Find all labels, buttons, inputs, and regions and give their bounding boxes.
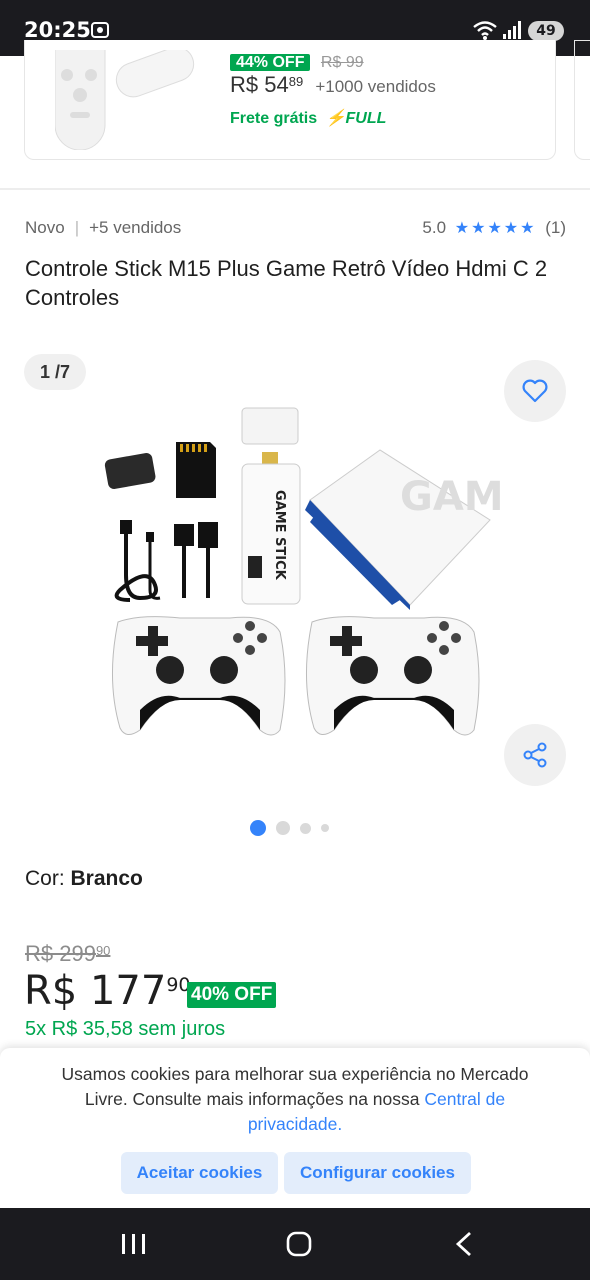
discount-badge: 40% OFF [187, 982, 277, 1008]
full-badge-label: FULL [345, 110, 387, 127]
home-icon[interactable] [285, 1230, 313, 1258]
original-price-main: R$ 299 [25, 941, 96, 966]
product-meta: Novo | +5 vendidos 5.0 ★★★★★ (1) [25, 218, 566, 238]
free-shipping: Frete grátis ⚡FULL [230, 108, 386, 128]
sold-count: +5 vendidos [89, 218, 182, 237]
svg-text:GAME STICK: GAME STICK [272, 490, 287, 581]
signal-icon [503, 21, 521, 39]
controller-right [305, 616, 480, 736]
recent-apps-icon[interactable] [120, 1232, 148, 1256]
accept-cookies-button[interactable]: Aceitar cookies [121, 1152, 278, 1194]
rating-value: 5.0 [422, 218, 447, 237]
installments: 5x R$ 35,58 sem juros [25, 1018, 226, 1040]
remote-control-image [55, 50, 195, 150]
share-button[interactable] [504, 724, 566, 786]
share-icon [523, 742, 547, 768]
cookie-message: Usamos cookies para melhorar sua experiê… [40, 1062, 550, 1137]
back-icon[interactable] [452, 1230, 476, 1258]
cookie-banner: Usamos cookies para melhorar sua experiê… [0, 1048, 590, 1208]
price-main: R$ 177 [24, 968, 167, 1014]
battery-icon: 49 [528, 21, 564, 41]
old-price: R$ 99 [320, 54, 364, 71]
original-price-cents: 90 [95, 943, 111, 958]
recommendation-card[interactable]: 44% OFF R$ 99 R$ 5489 +1000 vendidos Fre… [24, 40, 556, 160]
favorite-button[interactable] [504, 360, 566, 422]
carousel-pagination[interactable] [250, 820, 329, 836]
color-selector: Cor: Branco [25, 867, 143, 891]
product-image[interactable]: GAME STICK GAME [100, 400, 500, 745]
discount-badge: 44% OFF [230, 54, 311, 71]
meta-divider: | [74, 218, 80, 237]
pagination-dot-active[interactable] [250, 820, 266, 836]
svg-text:GAME: GAME [400, 474, 500, 520]
privacy-link-suffix: . [337, 1114, 343, 1134]
original-price: R$ 29990 [25, 941, 110, 967]
price-cents: 89 [288, 74, 304, 89]
recommendation-discount: 44% OFF R$ 99 [230, 54, 364, 72]
configure-cookies-button[interactable]: Configurar cookies [284, 1152, 471, 1194]
current-price: R$ 17790 [24, 968, 191, 1014]
review-count: (1) [545, 218, 566, 237]
screen-record-icon [91, 22, 109, 38]
star-icons: ★★★★★ [454, 220, 537, 237]
product-title: Controle Stick M15 Plus Game Retrô Vídeo… [25, 256, 548, 310]
pagination-dot[interactable] [300, 822, 311, 834]
pagination-dot[interactable] [321, 824, 329, 832]
recommendation-price: R$ 5489 +1000 vendidos [230, 72, 436, 98]
controller-left [111, 616, 286, 736]
sold-count: +1000 vendidos [315, 77, 436, 96]
pagination-dot[interactable] [276, 821, 290, 835]
section-divider [0, 188, 590, 190]
next-recommendation-card[interactable] [574, 40, 590, 160]
image-counter: 1 /7 [24, 354, 86, 390]
full-badge: ⚡FULL [325, 110, 387, 127]
wifi-icon [473, 21, 497, 40]
color-label: Cor: [25, 867, 71, 890]
price-main: R$ 54 [230, 72, 289, 97]
system-nav-bar [0, 1208, 590, 1280]
condition: Novo [25, 218, 65, 237]
free-shipping-label: Frete grátis [230, 110, 318, 127]
heart-icon [522, 379, 548, 403]
color-value: Branco [70, 867, 143, 890]
rating[interactable]: 5.0 ★★★★★ (1) [422, 218, 566, 238]
clock: 20:25 [24, 18, 91, 42]
